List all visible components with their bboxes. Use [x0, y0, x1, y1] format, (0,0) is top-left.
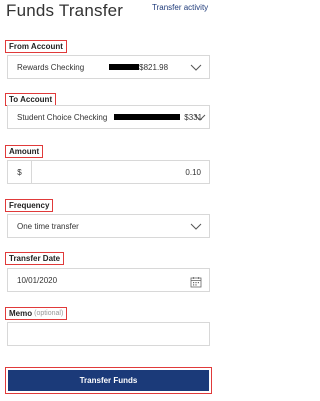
currency-symbol: $ — [8, 161, 32, 183]
frequency-value: One time transfer — [17, 221, 79, 231]
page-title: Funds Transfer — [6, 1, 124, 20]
to-account-number-mask — [114, 114, 181, 120]
amount-field[interactable]: $ 0.10 — [7, 160, 210, 184]
transfer-funds-button-box: Transfer Funds — [5, 367, 212, 394]
to-account-label: To Account — [9, 95, 53, 104]
transfer-date-label-box: Transfer Date — [5, 252, 65, 265]
transfer-funds-button[interactable]: Transfer Funds — [8, 370, 209, 391]
memo-input[interactable] — [7, 322, 210, 346]
frequency-select[interactable]: One time transfer — [7, 214, 210, 238]
from-account-select[interactable]: Rewards Checking $821.98 — [7, 55, 210, 79]
calendar-icon[interactable] — [190, 275, 202, 288]
frequency-label: Frequency — [9, 201, 50, 210]
from-account-number-mask — [109, 64, 140, 70]
transfer-date-value: 10/01/2020 — [17, 275, 58, 285]
chevron-down-icon — [190, 223, 202, 231]
to-account-name: Student Choice Checking — [17, 112, 108, 122]
amount-label: Amount — [9, 147, 40, 156]
amount-label-box: Amount — [5, 145, 44, 158]
from-account-label-box: From Account — [5, 40, 67, 53]
memo-label-box: Memo (optional) — [5, 307, 68, 320]
memo-optional-note: (optional) — [34, 310, 64, 317]
chevron-down-icon — [190, 64, 202, 72]
memo-label: Memo — [9, 309, 33, 318]
transfer-activity-link[interactable]: Transfer activity — [152, 3, 208, 12]
transfer-date-label: Transfer Date — [9, 254, 61, 263]
from-account-balance: $821.98 — [139, 62, 169, 72]
frequency-label-box: Frequency — [5, 199, 54, 212]
from-account-label: From Account — [9, 42, 63, 51]
transfer-date-field[interactable]: 10/01/2020 — [7, 268, 210, 292]
to-account-select[interactable]: Student Choice Checking $331 — [7, 105, 210, 129]
from-account-name: Rewards Checking — [17, 62, 85, 72]
amount-input[interactable]: 0.10 — [32, 168, 209, 177]
chevron-down-icon — [194, 114, 206, 122]
